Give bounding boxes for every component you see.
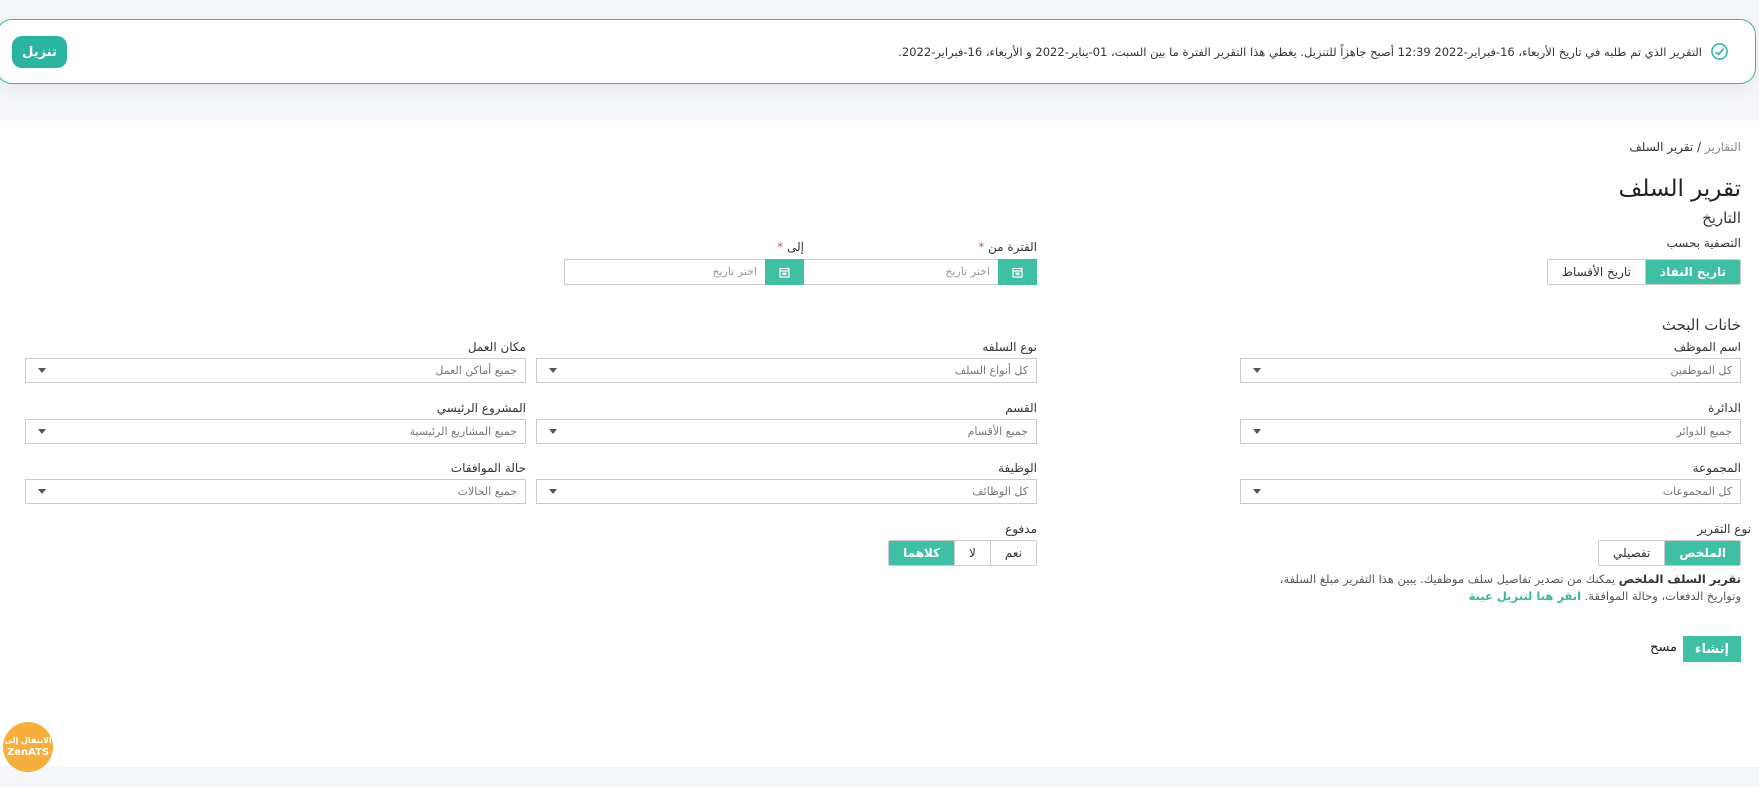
workplace-label: مكان العمل: [467, 340, 526, 354]
to-date-field: اختر تاريخ: [564, 259, 804, 285]
to-date-label: إلى *: [777, 240, 804, 254]
check-circle-icon: [1711, 43, 1728, 60]
chevron-down-icon: [549, 489, 557, 494]
workplace-select-value: جميع أماكن العمل: [435, 364, 517, 377]
filter-by-toggle: تاريخ النفاذ تاريخ الأقساط: [1546, 259, 1741, 285]
zenats-switch-badge[interactable]: الانتقال إلى ZenATS: [3, 722, 53, 772]
chevron-down-icon: [1253, 368, 1261, 373]
breadcrumb: التقارير / تقرير السلف: [1629, 140, 1741, 154]
report-form-card: التقارير / تقرير السلف تقرير السلف التار…: [0, 120, 1759, 767]
chevron-down-icon: [1253, 489, 1261, 494]
main-project-select-value: جميع المشاريع الرئيسية: [409, 425, 517, 438]
search-section-title: خانات البحث: [1661, 316, 1741, 334]
from-date-label-text: الفترة من: [988, 240, 1037, 254]
chevron-down-icon: [549, 429, 557, 434]
chevron-down-icon: [1253, 429, 1261, 434]
chevron-down-icon: [38, 368, 46, 373]
from-date-field: اختر تاريخ: [797, 259, 1037, 285]
department-select[interactable]: جميع الأقسام: [536, 419, 1037, 444]
group-label: المجموعة: [1692, 461, 1741, 475]
download-sample-link[interactable]: انقر هنا لتنزيل عينة: [1469, 589, 1581, 603]
job-select-value: كل الوظائف: [972, 485, 1028, 498]
report-description: تقرير السلف الملخص يمكنك من تصدير تفاصيل…: [1261, 571, 1741, 605]
required-mark: *: [777, 240, 784, 254]
page-title: تقرير السلف: [1618, 176, 1741, 202]
paid-toggle: نعم لا كلاهما: [888, 540, 1037, 566]
group-select[interactable]: كل المجموعات: [1240, 479, 1741, 504]
to-date-calendar-button[interactable]: [765, 259, 804, 285]
group-select-value: كل المجموعات: [1662, 485, 1732, 498]
paid-option-no[interactable]: لا: [954, 541, 990, 565]
employee-label: اسم الموظف: [1673, 340, 1741, 354]
loan-type-select-value: كل أنواع السلف: [954, 364, 1028, 377]
report-type-toggle: الملخص تفصيلي: [1597, 540, 1741, 566]
loan-type-label: نوع السلفه: [982, 340, 1037, 354]
chevron-down-icon: [38, 489, 46, 494]
calendar-icon: [1012, 267, 1023, 278]
department-label: القسم: [1005, 401, 1037, 415]
employee-select-value: كل الموظفين: [1670, 364, 1732, 377]
create-button[interactable]: إنشاء: [1682, 636, 1741, 662]
description-bold: تقرير السلف الملخص: [1618, 572, 1741, 586]
directorate-select[interactable]: جميع الدوائر: [1240, 419, 1741, 444]
filter-option-installments-date[interactable]: تاريخ الأقساط: [1547, 260, 1645, 284]
from-date-input[interactable]: اختر تاريخ: [797, 259, 998, 285]
directorate-select-value: جميع الدوائر: [1676, 425, 1732, 438]
zenats-badge-line1: الانتقال إلى: [4, 736, 52, 745]
loan-type-select[interactable]: كل أنواع السلف: [536, 358, 1037, 383]
breadcrumb-separator: /: [1693, 140, 1705, 154]
report-type-label: نوع التقرير: [1697, 522, 1751, 536]
zenats-badge-line2: ZenATS: [6, 747, 50, 758]
breadcrumb-current: تقرير السلف: [1629, 140, 1694, 154]
report-type-summary[interactable]: الملخص: [1664, 541, 1740, 565]
to-date-input[interactable]: اختر تاريخ: [564, 259, 765, 285]
banner-message: التقرير الذي تم طلبه في تاريخ الأربعاء، …: [898, 44, 1702, 59]
required-mark: *: [978, 240, 985, 254]
directorate-label: الدائرة: [1708, 401, 1741, 415]
chevron-down-icon: [38, 429, 46, 434]
chevron-down-icon: [549, 368, 557, 373]
paid-label: مدفوع: [1005, 522, 1037, 536]
main-project-label: المشروع الرئيسي: [436, 401, 526, 415]
breadcrumb-root[interactable]: التقارير: [1705, 140, 1741, 154]
report-type-detailed[interactable]: تفصيلي: [1598, 541, 1665, 565]
filter-by-label: التصفية بحسب: [1666, 236, 1741, 250]
approval-status-select-value: جميع الحالات: [457, 485, 517, 498]
approval-status-select[interactable]: جميع الحالات: [25, 479, 526, 504]
from-date-calendar-button[interactable]: [998, 259, 1037, 285]
employee-select[interactable]: كل الموظفين: [1240, 358, 1741, 383]
clear-button[interactable]: مسح: [1650, 640, 1677, 655]
approval-status-label: حالة الموافقات: [450, 461, 526, 475]
date-section-title: التاريخ: [1702, 209, 1741, 227]
job-select[interactable]: كل الوظائف: [536, 479, 1037, 504]
banner-message-row: التقرير الذي تم طلبه في تاريخ الأربعاء، …: [898, 42, 1729, 61]
workplace-select[interactable]: جميع أماكن العمل: [25, 358, 526, 383]
paid-option-both[interactable]: كلاهما: [889, 541, 955, 565]
report-ready-banner: التقرير الذي تم طلبه في تاريخ الأربعاء، …: [0, 19, 1756, 84]
to-date-label-text: إلى: [787, 240, 804, 254]
paid-option-yes[interactable]: نعم: [989, 541, 1036, 565]
download-button[interactable]: تنزيل: [12, 36, 67, 68]
calendar-icon: [779, 267, 790, 278]
filter-option-effective-date[interactable]: تاريخ النفاذ: [1644, 260, 1740, 284]
department-select-value: جميع الأقسام: [967, 425, 1028, 438]
job-label: الوظيفة: [998, 461, 1037, 475]
main-project-select[interactable]: جميع المشاريع الرئيسية: [25, 419, 526, 444]
from-date-label: الفترة من *: [978, 240, 1037, 254]
